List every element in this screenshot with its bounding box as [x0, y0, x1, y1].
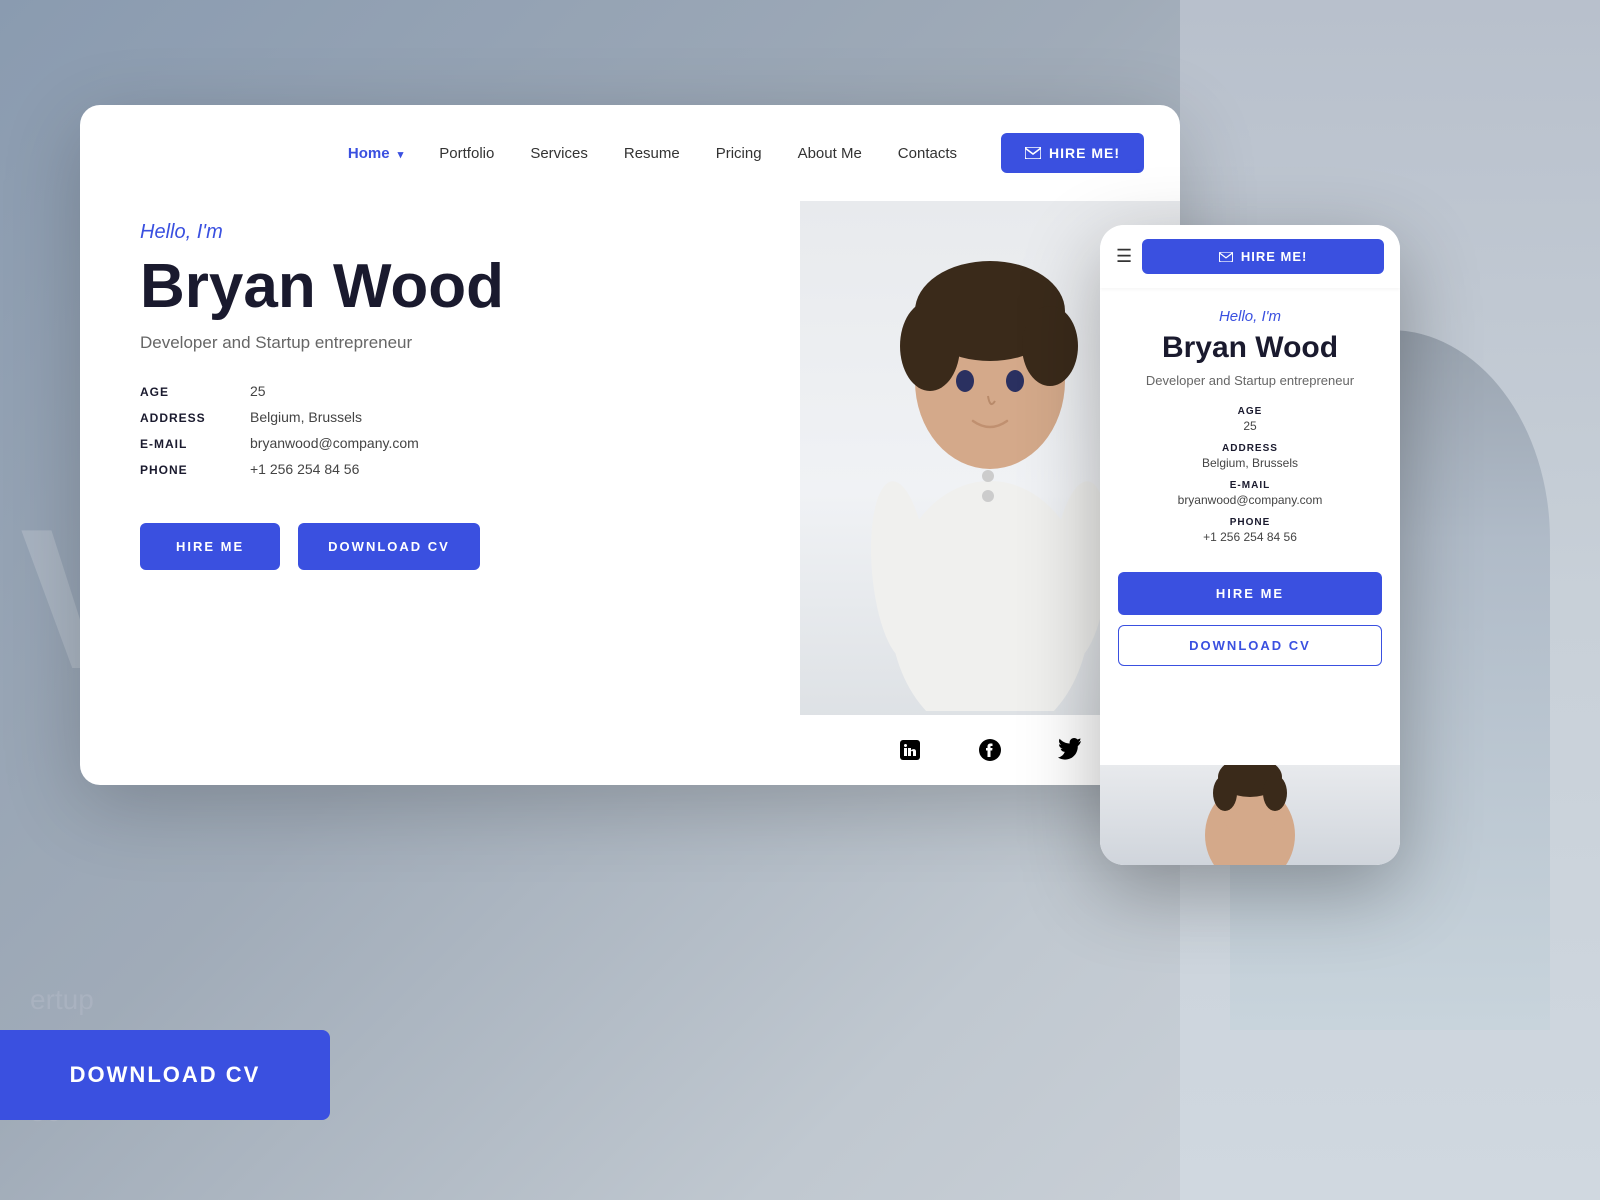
- mobile-phone-row: PHONE +1 256 254 84 56: [1118, 517, 1382, 544]
- mobile-name: Bryan Wood: [1162, 331, 1338, 365]
- bg-download-button: DOWNLOAD CV: [0, 1030, 330, 1120]
- subtitle-text: Developer and Startup entrepreneur: [140, 333, 750, 353]
- facebook-icon[interactable]: [975, 735, 1005, 765]
- info-email-row: E-MAIL bryanwood@company.com: [140, 435, 750, 451]
- hamburger-icon[interactable]: ☰: [1116, 246, 1132, 267]
- mobile-phone-label: PHONE: [1118, 517, 1382, 528]
- mobile-email-value: bryanwood@company.com: [1118, 493, 1382, 507]
- person-illustration: [840, 201, 1140, 711]
- nav-link-home[interactable]: Home ▾: [332, 137, 419, 170]
- hero-content: Hello, I'm Bryan Wood Developer and Star…: [80, 201, 800, 785]
- email-label: E-MAIL: [140, 437, 230, 451]
- nav-links: Home ▾ Portfolio Services Resume Pricing…: [332, 137, 973, 170]
- info-address-row: ADDRESS Belgium, Brussels: [140, 409, 750, 425]
- nav-link-services[interactable]: Services: [514, 137, 604, 170]
- info-age-row: AGE 25: [140, 383, 750, 399]
- mobile-email-row: E-MAIL bryanwood@company.com: [1118, 480, 1382, 507]
- email-icon-mobile: [1219, 252, 1233, 262]
- mobile-subtitle: Developer and Startup entrepreneur: [1146, 373, 1354, 388]
- info-table: AGE 25 ADDRESS Belgium, Brussels E-MAIL …: [140, 383, 750, 487]
- hire-me-nav-button[interactable]: HIRE ME!: [1001, 133, 1144, 173]
- mobile-greeting: Hello, I'm: [1219, 308, 1281, 325]
- nav-link-contacts[interactable]: Contacts: [882, 137, 973, 170]
- download-cv-button[interactable]: DOWNLOAD CV: [298, 523, 480, 570]
- mobile-address-row: ADDRESS Belgium, Brussels: [1118, 443, 1382, 470]
- mobile-card: ☰ HIRE ME! Hello, I'm Bryan Wood Develop…: [1100, 225, 1400, 865]
- email-icon-nav: [1025, 147, 1041, 159]
- mobile-address-label: ADDRESS: [1118, 443, 1382, 454]
- mobile-hero-content: Hello, I'm Bryan Wood Developer and Star…: [1100, 288, 1400, 765]
- mobile-info-table: AGE 25 ADDRESS Belgium, Brussels E-MAIL …: [1118, 406, 1382, 554]
- nav-link-portfolio[interactable]: Portfolio: [423, 137, 510, 170]
- mobile-hire-button[interactable]: HIRE ME: [1118, 572, 1382, 615]
- mobile-address-value: Belgium, Brussels: [1118, 456, 1382, 470]
- mobile-download-button[interactable]: DOWNLOAD CV: [1118, 625, 1382, 666]
- action-buttons: HIRE ME DOWNLOAD CV: [140, 523, 750, 570]
- age-value: 25: [250, 383, 266, 399]
- phone-value: +1 256 254 84 56: [250, 461, 359, 477]
- nav-link-about[interactable]: About Me: [782, 137, 878, 170]
- address-value: Belgium, Brussels: [250, 409, 362, 425]
- mobile-phone-value: +1 256 254 84 56: [1118, 530, 1382, 544]
- navbar: Home ▾ Portfolio Services Resume Pricing…: [80, 105, 1180, 201]
- mobile-navbar: ☰ HIRE ME!: [1100, 225, 1400, 288]
- linkedin-icon[interactable]: [895, 735, 925, 765]
- desktop-card: Home ▾ Portfolio Services Resume Pricing…: [80, 105, 1180, 785]
- mobile-age-value: 25: [1118, 419, 1382, 433]
- nav-link-pricing[interactable]: Pricing: [700, 137, 778, 170]
- home-dropdown-arrow: ▾: [398, 148, 404, 161]
- name-heading: Bryan Wood: [140, 254, 750, 319]
- nav-link-resume[interactable]: Resume: [608, 137, 696, 170]
- info-phone-row: PHONE +1 256 254 84 56: [140, 461, 750, 477]
- age-label: AGE: [140, 385, 230, 399]
- mobile-person-preview: [1190, 765, 1310, 865]
- mobile-age-row: AGE 25: [1118, 406, 1382, 433]
- mobile-photo-preview: [1100, 765, 1400, 865]
- address-label: ADDRESS: [140, 411, 230, 425]
- email-value: bryanwood@company.com: [250, 435, 419, 451]
- hire-me-mobile-button[interactable]: HIRE ME!: [1142, 239, 1384, 274]
- hire-me-button[interactable]: HIRE ME: [140, 523, 280, 570]
- greeting-text: Hello, I'm: [140, 221, 750, 244]
- card-body: Hello, I'm Bryan Wood Developer and Star…: [80, 201, 1180, 785]
- mobile-email-label: E-MAIL: [1118, 480, 1382, 491]
- twitter-icon[interactable]: [1055, 735, 1085, 765]
- mobile-age-label: AGE: [1118, 406, 1382, 417]
- phone-label: PHONE: [140, 463, 230, 477]
